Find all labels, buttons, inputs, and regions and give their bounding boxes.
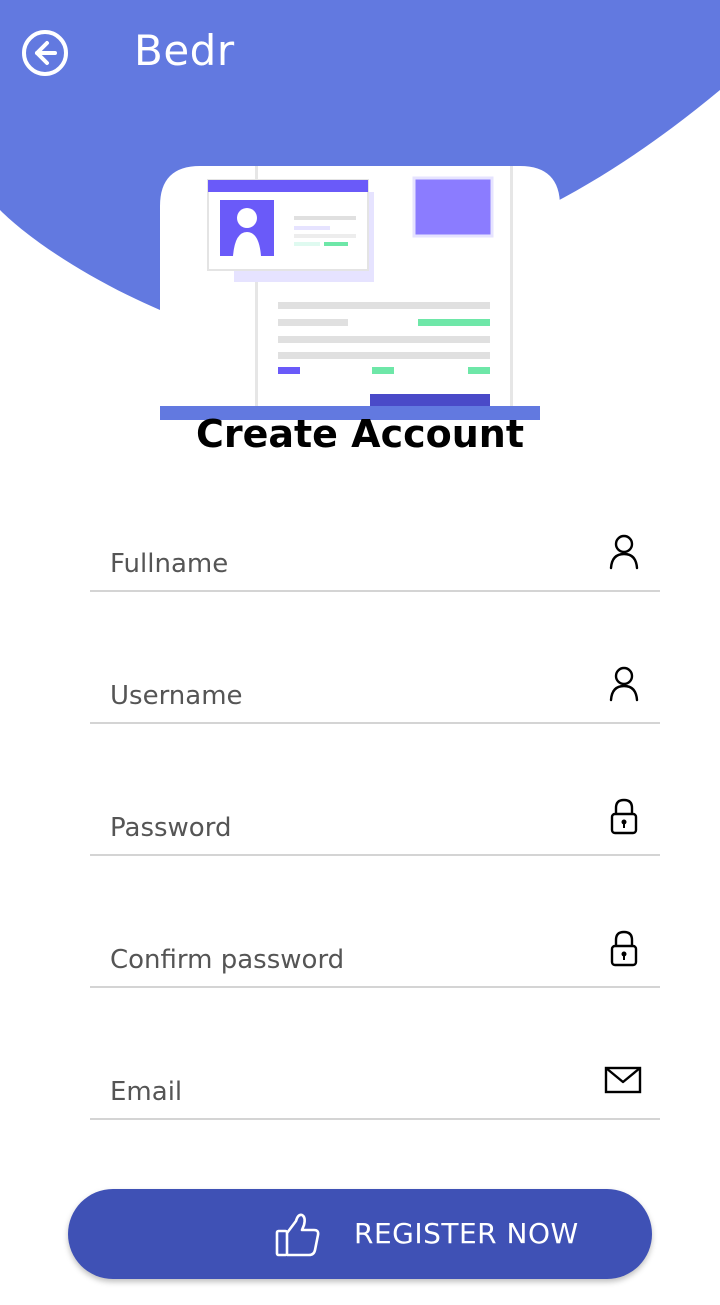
thumbs-up-icon [275, 1213, 320, 1257]
signup-illustration [160, 166, 560, 406]
app-title: Bedr [134, 26, 235, 75]
password-input[interactable] [110, 806, 590, 850]
password-field [90, 796, 660, 856]
email-input[interactable] [110, 1070, 590, 1114]
register-button[interactable]: REGISTER NOW [68, 1189, 652, 1279]
lock-icon [610, 798, 638, 835]
person-icon [609, 666, 639, 702]
username-field [90, 664, 660, 724]
email-field [90, 1060, 660, 1120]
fullname-field [90, 532, 660, 592]
page-title: Create Account [195, 412, 525, 456]
confirm-password-field [90, 928, 660, 988]
username-input[interactable] [110, 674, 590, 718]
back-button[interactable] [20, 28, 70, 78]
lock-icon [610, 930, 638, 967]
person-icon [609, 534, 639, 570]
confirm-password-input[interactable] [110, 938, 590, 982]
fullname-input[interactable] [110, 542, 590, 586]
mail-icon [604, 1066, 642, 1094]
arrow-left-circle-icon [22, 30, 68, 76]
register-label: REGISTER NOW [354, 1217, 579, 1250]
